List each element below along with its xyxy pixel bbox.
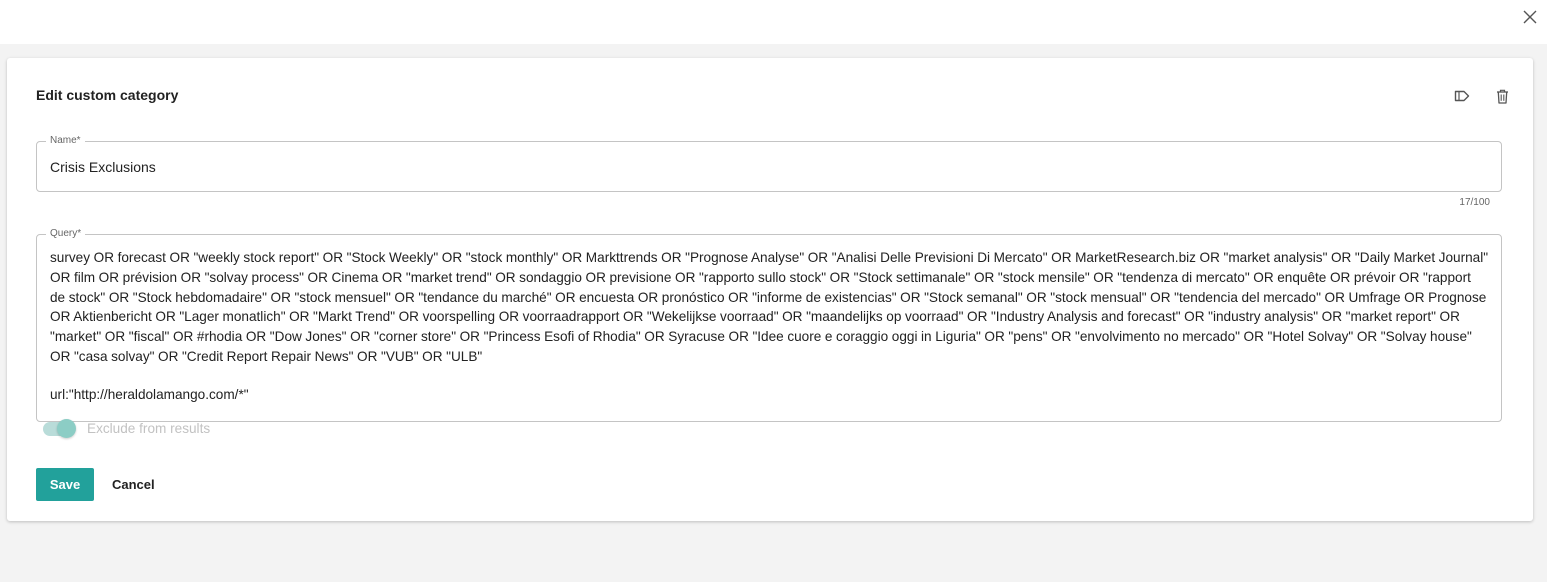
card-title: Edit custom category (36, 87, 179, 103)
dialog-topbar (0, 0, 1547, 44)
label-icon (1454, 90, 1470, 102)
toggle-thumb[interactable] (57, 418, 76, 438)
query-textarea[interactable]: survey OR forecast OR "weekly stock repo… (50, 248, 1489, 367)
name-field-label: Name* (46, 134, 85, 148)
close-icon (1523, 10, 1537, 24)
exclude-toggle-label: Exclude from results (87, 421, 211, 436)
edit-category-card: Edit custom category Name* 17/100 Query*… (7, 58, 1533, 521)
trash-icon (1496, 89, 1508, 104)
save-button[interactable]: Save (36, 468, 94, 501)
delete-button[interactable] (1493, 87, 1511, 105)
query-field-label: Query* (46, 227, 86, 241)
name-char-counter: 17/100 (1459, 197, 1490, 208)
name-input[interactable] (50, 159, 1450, 175)
query-field[interactable]: Query* survey OR forecast OR "weekly sto… (36, 227, 1502, 422)
close-button[interactable] (1519, 6, 1541, 28)
label-button[interactable] (1453, 87, 1471, 105)
exclude-toggle-row: Exclude from results (43, 418, 211, 438)
query-url-line[interactable]: url:"http://heraldolamango.com/*" (50, 387, 249, 402)
name-field[interactable]: Name* (36, 134, 1502, 192)
exclude-toggle[interactable] (43, 418, 76, 438)
cancel-button[interactable]: Cancel (104, 468, 163, 501)
